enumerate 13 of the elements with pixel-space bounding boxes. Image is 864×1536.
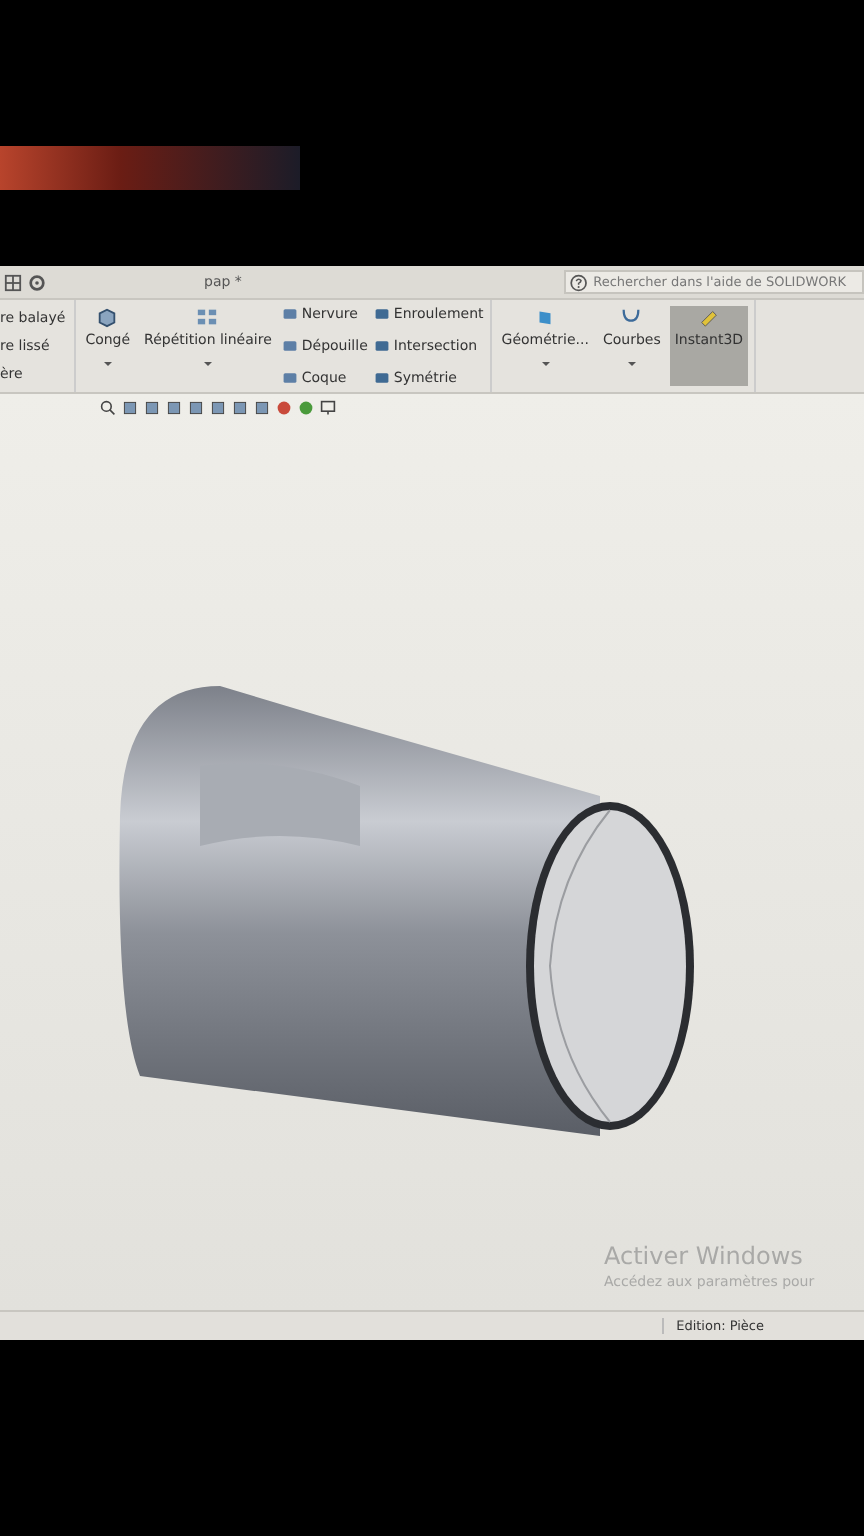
caret-icon[interactable] (203, 362, 212, 366)
curve-icon (620, 306, 643, 328)
plane-icon (534, 306, 557, 328)
grid-icon[interactable] (4, 273, 22, 291)
pattern-icon (196, 306, 219, 328)
monitor-icon[interactable] (320, 400, 336, 416)
caret-icon[interactable] (103, 362, 112, 366)
settings-icon[interactable] (28, 273, 46, 291)
help-icon (570, 273, 588, 291)
caret-icon[interactable] (627, 362, 636, 366)
caret-icon[interactable] (541, 362, 550, 366)
watermark-title: Activer Windows (604, 1242, 805, 1270)
search-icon[interactable] (100, 400, 116, 416)
